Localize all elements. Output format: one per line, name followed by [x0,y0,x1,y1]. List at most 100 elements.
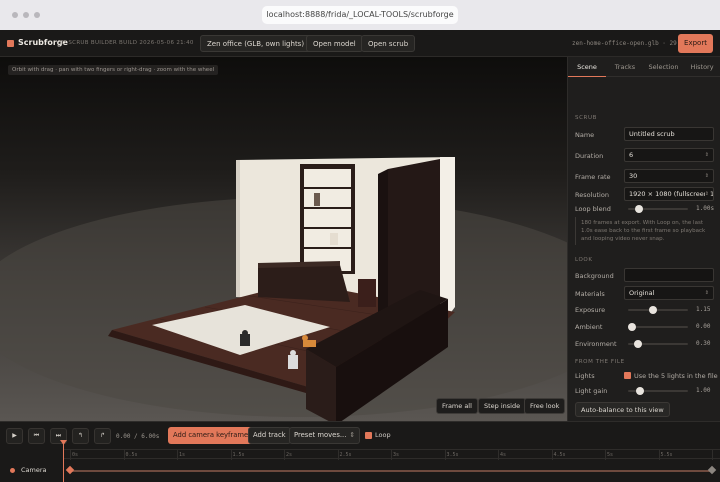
export-button[interactable]: Export [678,34,713,53]
exposure-label: Exposure [575,306,606,314]
lights-checkbox[interactable] [624,372,631,379]
window-zoom-dot[interactable] [34,12,40,18]
ambient-slider[interactable] [628,323,688,331]
step-inside-button[interactable]: Step inside [478,398,527,414]
resolution-label: Resolution [575,191,609,199]
lights-label: Lights [575,372,595,380]
frame-rate-field[interactable]: 30 ⇕ [624,169,714,183]
ambient-knob[interactable] [628,323,636,331]
file-name: zen-home-office-open.glb · 29. [572,40,681,47]
open-scrub-button[interactable]: Open scrub [361,35,416,52]
tab-history[interactable]: History [683,57,720,77]
loop-label: Loop [375,431,391,439]
stepper-icon[interactable]: ⇕ [705,170,709,182]
ruler-tick-line [658,450,660,460]
build-info: 3D SCRUB BUILDER BUILD 2026-05-06 21:40 [58,40,194,46]
ruler-tick-line [391,450,392,460]
preset-moves-select[interactable]: Preset moves... ⇕ [289,427,361,444]
chevron-updown-icon: ⇕ [704,188,709,200]
ruler-tick-label: 4s [500,452,507,458]
playhead[interactable] [63,444,64,482]
name-field[interactable]: Untitled scrub [624,127,714,141]
keyframe-end[interactable] [707,465,717,475]
exposure-value: 1.15 [696,306,711,313]
loop-checkbox[interactable] [365,432,372,439]
scene-select-value: Zen office (GLB, own lights) [207,40,305,48]
ruler-tick-label: 0s [72,452,79,458]
chevron-updown-icon: ⇕ [349,431,356,439]
step-back-icon[interactable]: ↰ [72,428,89,444]
ruler-tick-line [444,450,446,460]
environment-slider[interactable] [628,340,688,348]
ruler-tick-line [230,450,232,460]
light-gain-slider[interactable] [628,387,688,395]
free-look-button[interactable]: Free look [524,398,566,414]
duration-field[interactable]: 6 ⇕ [624,148,714,162]
ruler-tick-line [123,450,125,460]
light-gain-knob[interactable] [636,387,645,395]
window-close-dot[interactable] [12,12,18,18]
inspector-panel: Scene Tracks Selection History SCRUB Nam… [567,57,720,421]
auto-balance-button[interactable]: Auto-balance to this view [575,402,670,417]
ruler-tick-label: 1s [179,452,186,458]
address-bar[interactable]: localhost:8888/frida/_LOCAL-TOOLS/scrubf… [262,6,458,24]
preset-moves-label: Preset moves... [294,431,347,439]
loop-blend-knob[interactable] [634,205,643,213]
ruler-tick-line [177,450,178,460]
exposure-knob[interactable] [649,306,658,314]
ambient-label: Ambient [575,323,603,331]
3d-viewport[interactable]: Orbit with drag · pan with two fingers o… [0,57,567,421]
play-icon[interactable]: ▶ [6,428,23,444]
frame-rate-label: Frame rate [575,173,611,181]
add-camera-keyframe-button[interactable]: Add camera keyframe [168,427,254,444]
environment-value: 0.30 [696,340,711,347]
add-track-button[interactable]: Add track [248,427,291,444]
loop-blend-slider[interactable] [628,205,688,213]
ruler-tick-label: 3.5s [446,452,459,458]
ruler-tick-line [337,450,339,460]
time-ruler[interactable]: 0s 0.5s 1s 1.5s 2s 2.5s 3s 3.5s 4s 4.5s 5s 5.5s [64,449,720,460]
light-gain-value: 1.00 [696,387,711,394]
resolution-value: 1920 × 1080 (fullscreen 16 [629,190,714,198]
camera-track-label: Camera [21,466,47,474]
look-section-title: LOOK [575,257,593,263]
loop-blend-value: 1.00s [696,205,715,212]
ruler-tick-label: 3s [393,452,400,458]
tab-scene[interactable]: Scene [568,57,606,77]
environment-label: Environment [575,340,617,348]
ambient-value: 0.00 [696,323,711,330]
time-readout: 0.00 / 6.00s [116,433,160,440]
inspector-tabs: Scene Tracks Selection History [568,57,720,77]
environment-knob[interactable] [633,340,642,348]
scrub-note: 180 frames at export. With Loop on, the … [575,217,714,245]
ruler-tick-line [712,450,713,460]
open-model-button[interactable]: Open model [306,35,363,52]
exposure-slider[interactable] [628,306,688,314]
keyframe-start[interactable] [65,465,75,475]
scene-select[interactable]: Zen office (GLB, own lights)⇕ [200,35,320,52]
resolution-select[interactable]: 1920 × 1080 (fullscreen 16 ⇕ [624,187,714,201]
duration-label: Duration [575,152,604,160]
window-minimize-dot[interactable] [23,12,29,18]
file-section-title: FROM THE FILE [575,359,625,365]
ruler-tick-line [284,450,285,460]
materials-select[interactable]: Original ⇕ [624,286,714,300]
background-label: Background [575,272,614,280]
frame-all-button[interactable]: Frame all [436,398,478,414]
tab-tracks[interactable]: Tracks [606,57,644,77]
name-label: Name [575,131,595,139]
browser-chrome: localhost:8888/frida/_LOCAL-TOOLS/scrubf… [0,0,720,30]
materials-value: Original [629,289,655,297]
step-forward-icon[interactable]: ↱ [94,428,111,444]
ruler-tick-label: 4.5s [553,452,566,458]
tab-selection[interactable]: Selection [644,57,683,77]
background-color-swatch[interactable] [624,268,714,282]
ruler-tick-label: 2s [286,452,293,458]
camera-track[interactable]: Camera [0,460,720,482]
stepper-icon[interactable]: ⇕ [705,149,709,161]
timeline: ▶ ⏮ ⏭ ↰ ↱ 0.00 / 6.00s Add camera keyfra… [0,421,720,482]
office-scene-render [0,157,567,421]
ruler-tick-label: 5.5s [660,452,673,458]
loop-blend-label: Loop blend [575,205,611,213]
skip-back-icon[interactable]: ⏮ [28,428,45,444]
